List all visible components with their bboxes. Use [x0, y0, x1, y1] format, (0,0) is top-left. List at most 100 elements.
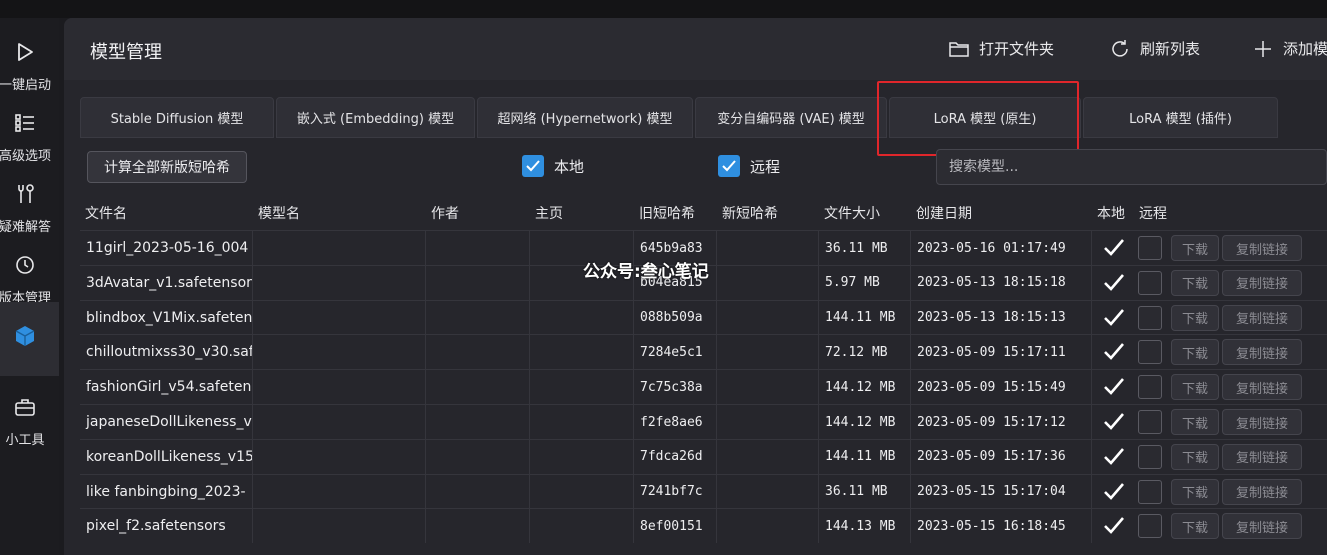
download-button[interactable]: 下载 [1171, 513, 1219, 540]
tab-lora-plugin[interactable]: LoRA 模型 (插件) [1083, 97, 1278, 138]
copy-link-button[interactable]: 复制链接 [1222, 374, 1302, 401]
local-checkbox[interactable] [1103, 481, 1125, 503]
download-button[interactable]: 下载 [1171, 339, 1219, 366]
cell-model-name [253, 509, 426, 544]
col-header-author[interactable]: 作者 [426, 196, 530, 230]
local-checkbox[interactable] [1103, 272, 1125, 294]
open-folder-button[interactable]: 打开文件夹 [949, 38, 1054, 59]
cell-model-name [253, 439, 426, 474]
sidebar-item-launch[interactable]: 一键启动 [0, 26, 59, 93]
remote-checkbox[interactable] [1138, 236, 1162, 260]
cell-new-hash [717, 509, 819, 544]
remote-checkbox[interactable] [1138, 340, 1162, 365]
cell-filename: 3dAvatar_v1.safetensor [80, 265, 253, 300]
local-checkbox[interactable] [1103, 411, 1125, 433]
remote-checkbox[interactable] [1138, 270, 1162, 295]
page-title: 模型管理 [90, 42, 162, 63]
col-header-model-name[interactable]: 模型名 [253, 196, 426, 230]
download-button[interactable]: 下载 [1171, 478, 1219, 505]
download-button[interactable]: 下载 [1171, 269, 1219, 296]
copy-link-button[interactable]: 复制链接 [1222, 409, 1302, 435]
sidebar-item-advanced[interactable]: 高级选项 [0, 97, 59, 164]
table-row[interactable]: japaneseDollLikeness_v f2fe8ae6 144.12 MB 2… [80, 404, 1327, 439]
search-input[interactable] [936, 149, 1327, 185]
download-button[interactable]: 下载 [1171, 443, 1219, 470]
download-button[interactable]: 下载 [1171, 235, 1219, 261]
download-button[interactable]: 下载 [1171, 304, 1219, 331]
tab-hypernetwork[interactable]: 超网络 (Hypernetwork) 模型 [477, 97, 693, 138]
remote-checkbox[interactable] [1138, 305, 1162, 330]
copy-link-button[interactable]: 复制链接 [1222, 269, 1302, 296]
col-header-new-hash[interactable]: 新短哈希 [717, 196, 819, 230]
sidebar-item-version[interactable]: 版本管理 [0, 239, 59, 306]
col-header-file-size[interactable]: 文件大小 [819, 196, 911, 230]
remote-checkbox[interactable] [1138, 514, 1162, 539]
sidebar-item-models[interactable] [0, 302, 59, 376]
list-icon [0, 111, 49, 135]
sidebar-item-troubleshoot[interactable]: 疑难解答 [0, 168, 59, 235]
cell-new-hash [717, 439, 819, 474]
copy-link-button[interactable]: 复制链接 [1222, 304, 1302, 331]
cell-model-name [253, 300, 426, 335]
copy-link-button[interactable]: 复制链接 [1222, 339, 1302, 366]
folder-icon [949, 41, 969, 57]
remote-filter-checkbox[interactable]: 远程 [718, 155, 780, 177]
table-row[interactable]: pixel_f2.safetensors 8ef00151 144.13 MB 202… [80, 508, 1327, 544]
local-checkbox[interactable] [1103, 376, 1125, 398]
cell-created-date: 2023-05-09 15:17:12 [911, 405, 1092, 439]
tab-stable-diffusion[interactable]: Stable Diffusion 模型 [80, 97, 274, 138]
copy-link-button[interactable]: 复制链接 [1222, 513, 1302, 540]
refresh-list-button[interactable]: 刷新列表 [1110, 38, 1200, 59]
cell-filename: 11girl_2023-05-16_004 [80, 231, 253, 265]
cell-filename: fashionGirl_v54.safeten [80, 370, 253, 405]
col-header-filename[interactable]: 文件名 [80, 196, 253, 230]
tab-vae[interactable]: 变分自编码器 (VAE) 模型 [695, 97, 887, 138]
download-button[interactable]: 下载 [1171, 374, 1219, 401]
check-icon [1104, 378, 1124, 396]
table-row[interactable]: like fanbingbing_2023- 7241bf7c 36.11 MB 20… [80, 473, 1327, 509]
title-bar [0, 0, 1327, 18]
cell-author [426, 231, 530, 265]
cell-file-size: 144.11 MB [819, 300, 911, 335]
cell-new-hash [717, 370, 819, 405]
col-header-remote[interactable]: 远程 [1134, 196, 1179, 230]
local-checkbox[interactable] [1103, 307, 1125, 329]
col-header-local[interactable]: 本地 [1092, 196, 1134, 230]
table-row[interactable]: koreanDollLikeness_v15 7fdca26d 144.11 MB 2… [80, 438, 1327, 474]
remote-checkbox[interactable] [1138, 410, 1162, 434]
local-checkbox[interactable] [1103, 341, 1125, 363]
copy-link-button[interactable]: 复制链接 [1222, 443, 1302, 470]
col-header-homepage[interactable]: 主页 [530, 196, 634, 230]
table-row[interactable]: blindbox_V1Mix.safeten 088b509a 144.11 MB 2… [80, 299, 1327, 335]
copy-link-button[interactable]: 复制链接 [1222, 478, 1302, 505]
refresh-label: 刷新列表 [1140, 40, 1201, 58]
cell-homepage [530, 439, 634, 474]
remote-checkbox[interactable] [1138, 444, 1162, 469]
tab-embedding[interactable]: 嵌入式 (Embedding) 模型 [276, 97, 475, 138]
table-row[interactable]: fashionGirl_v54.safeten 7c75c38a 144.12 MB… [80, 369, 1327, 405]
cell-model-name [253, 474, 426, 509]
add-model-button[interactable]: 添加模 [1253, 38, 1327, 59]
col-header-created-date[interactable]: 创建日期 [911, 196, 1092, 230]
refresh-icon [1112, 39, 1128, 57]
cell-homepage [530, 335, 634, 370]
cell-new-hash [717, 405, 819, 439]
remote-checkbox[interactable] [1138, 375, 1162, 400]
local-checkbox[interactable] [1103, 515, 1125, 537]
local-checkbox[interactable] [1103, 446, 1125, 468]
download-button[interactable]: 下载 [1171, 409, 1219, 435]
check-icon [1104, 308, 1124, 326]
sidebar-item-tools[interactable]: 小工具 [0, 381, 59, 448]
sidebar-item-label: 小工具 [5, 433, 45, 448]
local-filter-checkbox[interactable]: 本地 [522, 155, 584, 177]
remote-checkbox[interactable] [1138, 479, 1162, 504]
calc-all-hash-button[interactable]: 计算全部新版短哈希 [87, 151, 247, 183]
local-checkbox[interactable] [1103, 237, 1125, 259]
cell-old-hash: 7284e5c1 [634, 335, 717, 370]
copy-link-button[interactable]: 复制链接 [1222, 235, 1302, 261]
table-row[interactable]: chilloutmixss30_v30.saf 7284e5c1 72.12 MB 2… [80, 334, 1327, 370]
check-icon [1104, 482, 1124, 500]
col-header-old-hash[interactable]: 旧短哈希 [634, 196, 717, 230]
highlight-annotation [877, 81, 1079, 156]
add-model-label: 添加模 [1283, 40, 1327, 58]
